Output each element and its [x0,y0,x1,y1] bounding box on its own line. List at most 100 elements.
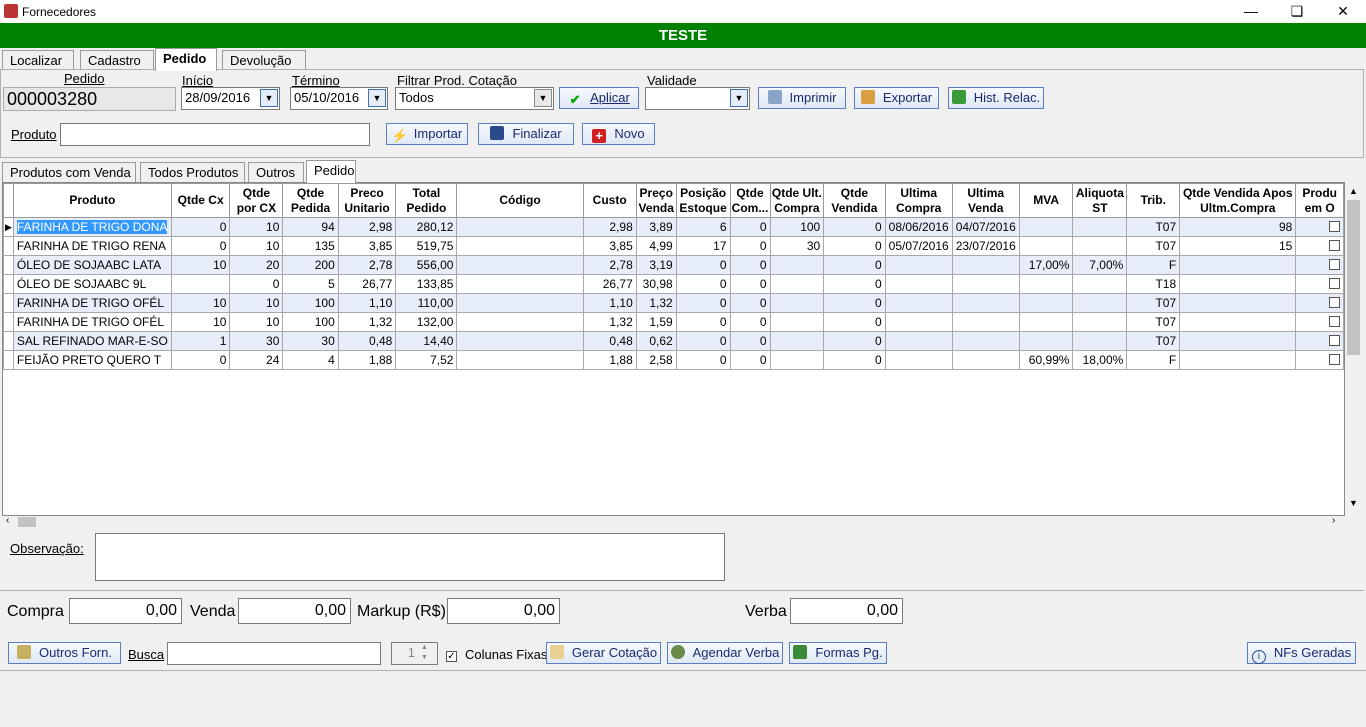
cell[interactable]: 1 [170,331,231,351]
cell[interactable] [456,255,584,275]
column-header[interactable]: Qtde Pedida [282,183,339,218]
tab-devolucao[interactable]: Devolução [222,50,306,71]
cell[interactable]: 24 [229,350,284,370]
column-header[interactable]: MVA [1018,183,1074,218]
row-checkbox[interactable] [1329,259,1340,270]
cell[interactable]: 0 [823,293,886,313]
cell[interactable] [456,274,584,294]
row-indicator[interactable]: ▶ [3,217,14,237]
cell[interactable]: 0 [675,293,731,313]
nfs-geradas-button[interactable]: i NFs Geradas [1247,642,1356,664]
table-row[interactable]: FARINHA DE TRIGO OFÉL 10 10 100 1,10 110,00 1,… [3,293,1344,313]
cell[interactable] [884,293,953,313]
row-checkbox[interactable] [1329,240,1340,251]
cell[interactable]: 08/06/2016 [884,217,953,237]
cell[interactable] [1072,293,1128,313]
inicio-date-field[interactable]: 28/09/2016 ▼ [181,87,280,110]
cell-produto[interactable]: SAL REFINADO MAR-E-SO [12,331,172,351]
cell-produto[interactable]: FARINHA DE TRIGO OFÉL [12,312,172,332]
cell[interactable]: 10 [229,236,284,256]
row-checkbox[interactable] [1329,297,1340,308]
column-header[interactable]: Produto [12,183,172,218]
cell[interactable]: 1,10 [337,293,397,313]
cell[interactable]: 1,32 [582,312,637,332]
cell-produto[interactable]: ÓLEO DE SOJAABC LATA [12,255,172,275]
cell[interactable]: 23/07/2016 [951,236,1020,256]
cell[interactable]: 4,99 [635,236,677,256]
cell[interactable]: 10 [229,217,284,237]
cell[interactable]: 2,78 [582,255,637,275]
exportar-button[interactable]: Exportar [854,87,939,109]
column-header[interactable]: Qtde por CX [229,183,284,218]
cell[interactable] [1072,331,1128,351]
cell[interactable]: 6 [675,217,731,237]
cell[interactable] [1018,274,1074,294]
cell[interactable]: 110,00 [395,293,458,313]
cell[interactable]: 280,12 [395,217,458,237]
row-checkbox[interactable] [1329,278,1340,289]
finalizar-button[interactable]: Finalizar [478,123,574,145]
table-row[interactable]: SAL REFINADO MAR-E-SO 1 30 30 0,48 14,40 0,48 0… [3,331,1344,351]
pedido-grid[interactable]: Produto Qtde Cx Qtde por CX Qtde Pedida Prec… [2,182,1345,516]
cell[interactable]: 0 [823,255,886,275]
cell[interactable]: 30 [769,236,825,256]
column-header[interactable]: Qtde Ult. Compra [769,183,825,218]
row-checkbox[interactable] [1329,316,1340,327]
tab-cadastro[interactable]: Cadastro [80,50,154,71]
chevron-down-icon[interactable]: ▼ [260,89,278,107]
cell[interactable] [1018,331,1074,351]
validade-select[interactable]: ▼ [645,87,750,110]
table-row[interactable]: ▶ FARINHA DE TRIGO DONA 0 10 94 2,98 280,12 2,9… [3,217,1344,237]
cell[interactable]: 30,98 [635,274,677,294]
column-header[interactable]: Qtde Cx [170,183,231,218]
spinner-arrows-icon[interactable]: ▲ ▼ [421,643,428,663]
row-indicator[interactable] [3,350,14,370]
cell[interactable]: F [1126,350,1181,370]
cell[interactable]: 3,85 [337,236,397,256]
cell[interactable]: F [1126,255,1181,275]
maximize-button[interactable]: ❏ [1274,0,1320,23]
minimize-button[interactable]: — [1228,0,1274,23]
observacao-textarea[interactable] [95,533,725,581]
cell[interactable] [456,293,584,313]
cell[interactable]: 0 [675,350,731,370]
cell[interactable]: 556,00 [395,255,458,275]
cell[interactable]: 0 [729,236,771,256]
cell[interactable]: 0 [823,236,886,256]
produ-checkbox-cell[interactable] [1295,312,1344,332]
cell[interactable]: 17,00% [1018,255,1074,275]
produto-input[interactable] [60,123,370,146]
cell[interactable]: 04/07/2016 [951,217,1020,237]
cell[interactable] [1179,350,1297,370]
cell[interactable]: 0 [675,255,731,275]
cell[interactable]: 05/07/2016 [884,236,953,256]
cell[interactable]: 0 [729,312,771,332]
cell[interactable] [884,255,953,275]
vertical-scrollbar[interactable]: ▲ ▼ [1345,182,1362,516]
cell[interactable]: T07 [1126,236,1181,256]
importar-button[interactable]: ⚡ Importar [386,123,468,145]
row-checkbox[interactable] [1329,354,1340,365]
produ-checkbox-cell[interactable] [1295,293,1344,313]
cell[interactable]: 200 [282,255,339,275]
cell[interactable] [1018,293,1074,313]
cell[interactable]: 135 [282,236,339,256]
column-header[interactable]: Código [456,183,584,218]
cell[interactable] [1179,255,1297,275]
cell[interactable]: 1,59 [635,312,677,332]
cell[interactable] [1018,236,1074,256]
cell[interactable] [951,312,1020,332]
cell[interactable]: 100 [282,312,339,332]
cell[interactable]: 26,77 [337,274,397,294]
cell[interactable]: 10 [229,312,284,332]
chevron-left-icon[interactable]: ‹ [6,515,9,526]
column-header[interactable]: Trib. [1126,183,1181,218]
cell[interactable] [170,274,231,294]
cell[interactable] [884,274,953,294]
horizontal-scrollbar[interactable]: ‹ › [2,515,1362,528]
filtro-select[interactable]: Todos ▼ [395,87,554,110]
row-checkbox[interactable] [1329,335,1340,346]
produ-checkbox-cell[interactable] [1295,350,1344,370]
column-header[interactable]: Preco Unitario [337,183,397,218]
cell[interactable]: 132,00 [395,312,458,332]
